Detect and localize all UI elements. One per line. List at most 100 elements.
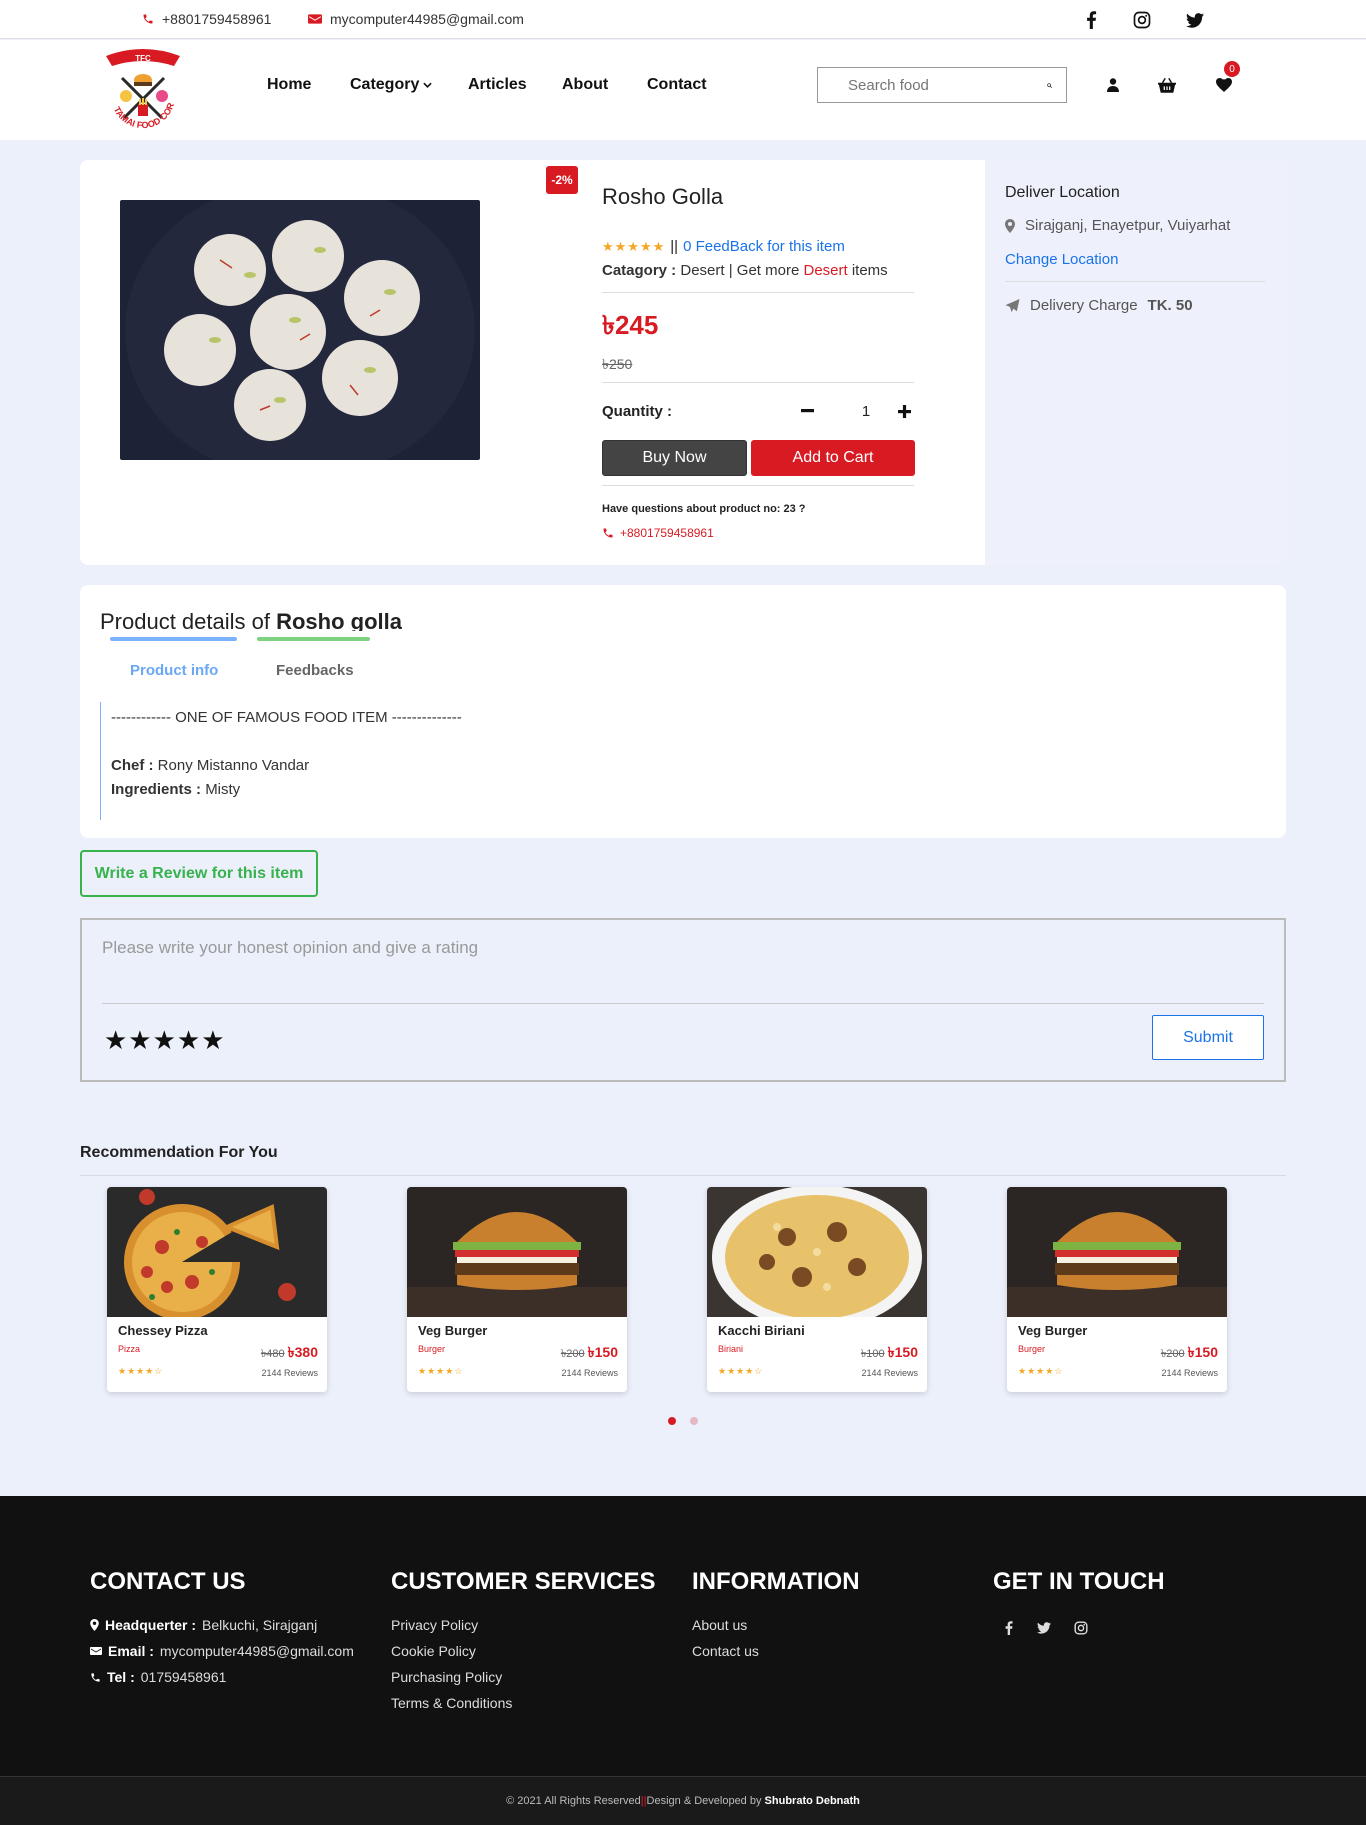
divider <box>602 382 914 383</box>
rating-row: ★★★★★ || 0 FeedBack for this item <box>602 238 845 255</box>
product-image <box>120 200 480 460</box>
search-input[interactable] <box>848 76 1047 94</box>
footer-touch-title: GET IN TOUCH <box>993 1568 1165 1595</box>
footer-link-terms[interactable]: Terms & Conditions <box>391 1695 512 1711</box>
quantity-label: Quantity : <box>602 403 672 420</box>
divider <box>102 1003 1264 1004</box>
question-phone-text: +8801759458961 <box>620 526 714 540</box>
item-old-price: ৳200 <box>1160 1348 1185 1360</box>
footer-link-contact[interactable]: Contact us <box>692 1643 759 1659</box>
top-phone[interactable]: +8801759458961 <box>142 11 271 27</box>
recommendation-card[interactable]: Veg Burger Burger ৳200 ৳150 ★★★★☆ 2144 Re… <box>1007 1187 1227 1392</box>
footer-headquarter: Headquerter : Belkuchi, Sirajganj <box>90 1617 317 1633</box>
tab-product-info[interactable]: Product info <box>130 662 218 679</box>
divider <box>602 485 914 486</box>
product-name: Rosho Golla <box>602 184 724 209</box>
phone-icon <box>603 528 613 538</box>
recommendation-card[interactable]: Veg Burger Burger ৳200 ৳150 ★★★★☆ 2144 Re… <box>407 1187 627 1392</box>
twitter-icon[interactable] <box>1184 9 1206 31</box>
item-reviews: 2144 Reviews <box>261 1368 318 1378</box>
item-rating-stars: ★★★★☆ <box>1018 1366 1064 1376</box>
quantity-value[interactable]: 1 <box>851 403 881 420</box>
write-review-button[interactable]: Write a Review for this item <box>80 850 318 897</box>
delivery-charge-label: Delivery Charge <box>1030 297 1138 314</box>
twitter-icon[interactable] <box>1034 1618 1054 1638</box>
item-old-price: ৳100 <box>860 1348 885 1360</box>
nav-category[interactable]: Category <box>350 76 433 94</box>
minus-icon <box>800 409 814 413</box>
item-category: Burger <box>418 1344 446 1354</box>
tel-value[interactable]: 01759458961 <box>141 1669 227 1685</box>
basket-icon[interactable] <box>1154 72 1180 98</box>
cart-count-badge: 0 <box>1224 61 1240 77</box>
envelope-icon <box>90 1647 102 1655</box>
nav-about[interactable]: About <box>562 76 608 94</box>
map-marker-icon <box>1005 218 1015 233</box>
plus-icon <box>897 404 911 418</box>
email-value[interactable]: mycomputer44985@gmail.com <box>160 1643 354 1659</box>
item-price: ৳100 ৳150 <box>861 1341 918 1365</box>
carousel-dot-active[interactable] <box>668 1417 676 1425</box>
buy-now-button[interactable]: Buy Now <box>602 440 747 476</box>
nav-articles[interactable]: Articles <box>468 76 527 94</box>
burger-image <box>1007 1187 1227 1317</box>
question-phone[interactable]: +8801759458961 <box>602 526 714 540</box>
add-to-cart-button[interactable]: Add to Cart <box>751 440 915 476</box>
site-logo[interactable]: TFC TAMAI FOOD CORNER <box>97 36 186 138</box>
carousel-dot[interactable] <box>690 1417 698 1425</box>
facebook-icon[interactable] <box>999 1618 1019 1638</box>
recommendation-card[interactable]: Kacchi Biriani Biriani ৳100 ৳150 ★★★★☆ 21… <box>707 1187 927 1392</box>
recommendation-card[interactable]: Chessey Pizza Pizza ৳480 ৳380 ★★★★☆ 2144 … <box>107 1187 327 1392</box>
divider <box>1005 281 1265 282</box>
review-rating-stars[interactable]: ★★★★★ <box>104 1025 226 1056</box>
footer-link-privacy[interactable]: Privacy Policy <box>391 1617 478 1633</box>
pizza-image <box>107 1187 327 1317</box>
item-price: ৳480 ৳380 <box>261 1341 318 1365</box>
top-bar: +8801759458961 mycomputer44985@gmail.com <box>0 0 1366 39</box>
feedback-link[interactable]: 0 FeedBack for this item <box>683 238 845 255</box>
feedback-separator: || <box>670 238 679 255</box>
submit-review-button[interactable]: Submit <box>1152 1015 1264 1060</box>
envelope-icon <box>308 14 322 24</box>
item-name: Chessey Pizza <box>118 1323 208 1338</box>
quantity-increase-button[interactable] <box>893 400 915 422</box>
quantity-decrease-button[interactable] <box>796 400 818 422</box>
item-rating-stars: ★★★★☆ <box>418 1366 464 1376</box>
ingredients-label: Ingredients : <box>111 781 202 798</box>
nav-home[interactable]: Home <box>267 76 311 94</box>
tab-indicator-feedbacks <box>257 637 370 641</box>
user-icon[interactable] <box>1100 72 1126 98</box>
nav-articles-label: Articles <box>468 76 527 93</box>
product-card: -2% Rosho Golla ★★★★★ || 0 FeedBack for … <box>80 160 1286 565</box>
change-location-link[interactable]: Change Location <box>1005 251 1118 268</box>
ingredients-value: Misty <box>205 781 241 798</box>
author-name[interactable]: Shubrato Debnath <box>765 1795 860 1807</box>
chevron-down-icon <box>423 82 433 88</box>
footer-link-about[interactable]: About us <box>692 1617 747 1633</box>
item-name: Veg Burger <box>1018 1323 1088 1338</box>
review-textarea[interactable] <box>102 938 1262 988</box>
footer: CONTACT US Headquerter : Belkuchi, Siraj… <box>0 1496 1366 1825</box>
search-icon[interactable] <box>1047 78 1052 93</box>
item-category: Burger <box>1018 1344 1046 1354</box>
top-email[interactable]: mycomputer44985@gmail.com <box>308 11 524 27</box>
instagram-icon[interactable] <box>1071 1618 1091 1638</box>
details-title-name: Rosho golla <box>276 609 402 631</box>
item-category: Pizza <box>118 1344 141 1354</box>
delivery-location-text: Sirajganj, Enayetpur, Vuiyarhat <box>1025 217 1231 234</box>
recommendation-title: Recommendation For You <box>80 1144 278 1161</box>
phone-icon <box>91 1672 100 1682</box>
details-headline: ------------ ONE OF FAMOUS FOOD ITEM ---… <box>111 709 462 726</box>
instagram-icon[interactable] <box>1131 9 1153 31</box>
email-label: Email : <box>108 1643 154 1659</box>
category-more-link[interactable]: Desert <box>803 262 847 279</box>
paper-plane-icon <box>1005 298 1020 312</box>
nav-contact[interactable]: Contact <box>647 76 707 94</box>
ingredients-row: Ingredients : Misty <box>111 781 240 798</box>
facebook-icon[interactable] <box>1080 9 1102 31</box>
footer-link-cookie[interactable]: Cookie Policy <box>391 1643 476 1659</box>
item-new-price: ৳150 <box>1187 1344 1218 1360</box>
footer-tel: Tel : 01759458961 <box>90 1669 226 1685</box>
footer-link-purchasing[interactable]: Purchasing Policy <box>391 1669 502 1685</box>
tab-feedbacks[interactable]: Feedbacks <box>276 662 354 679</box>
